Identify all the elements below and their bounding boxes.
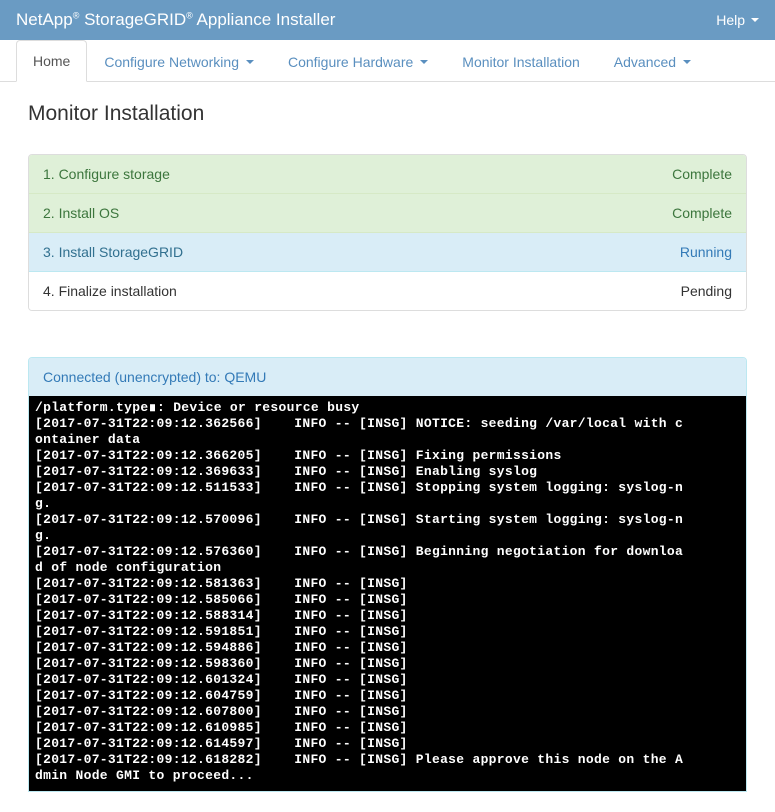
console-output: /platform.type∎: Device or resource busy… <box>29 396 746 791</box>
tab-label: Home <box>33 53 70 69</box>
chevron-down-icon <box>683 60 691 64</box>
tab-label: Configure Networking <box>104 54 239 70</box>
console-panel: Connected (unencrypted) to: QEMU /platfo… <box>28 357 747 792</box>
chevron-down-icon <box>246 60 254 64</box>
step-status: Running <box>680 244 732 260</box>
navbar: NetApp® StorageGRID® Appliance Installer… <box>0 0 775 40</box>
page-title: Monitor Installation <box>28 102 747 126</box>
step-name: 1. Configure storage <box>43 166 170 182</box>
install-step[interactable]: 2. Install OS Complete <box>29 194 746 233</box>
tab-configure-hardware[interactable]: Configure Hardware <box>271 40 445 82</box>
tab-home[interactable]: Home <box>16 40 87 82</box>
tab-label: Configure Hardware <box>288 54 413 70</box>
step-status: Complete <box>672 205 732 221</box>
step-name: 3. Install StorageGRID <box>43 244 183 260</box>
step-status: Complete <box>672 166 732 182</box>
console-header: Connected (unencrypted) to: QEMU <box>29 358 746 396</box>
tab-advanced[interactable]: Advanced <box>597 40 708 82</box>
main-tabs: Home Configure Networking Configure Hardw… <box>0 40 775 82</box>
install-step[interactable]: 4. Finalize installation Pending <box>29 272 746 310</box>
step-name: 2. Install OS <box>43 205 119 221</box>
tab-monitor-installation[interactable]: Monitor Installation <box>445 40 597 82</box>
tab-label: Monitor Installation <box>462 54 580 70</box>
tab-label: Advanced <box>614 54 676 70</box>
install-step[interactable]: 3. Install StorageGRID Running <box>29 233 746 272</box>
main-content: Monitor Installation 1. Configure storag… <box>0 82 775 812</box>
help-label: Help <box>716 12 745 28</box>
step-status: Pending <box>681 283 732 299</box>
chevron-down-icon <box>420 60 428 64</box>
install-steps: 1. Configure storageComplete2. Install O… <box>28 154 747 311</box>
step-name: 4. Finalize installation <box>43 283 177 299</box>
install-step[interactable]: 1. Configure storage Complete <box>29 155 746 194</box>
chevron-down-icon <box>751 18 759 22</box>
brand-title: NetApp® StorageGRID® Appliance Installer <box>16 10 335 30</box>
help-dropdown[interactable]: Help <box>716 12 759 28</box>
tab-configure-networking[interactable]: Configure Networking <box>87 40 271 82</box>
